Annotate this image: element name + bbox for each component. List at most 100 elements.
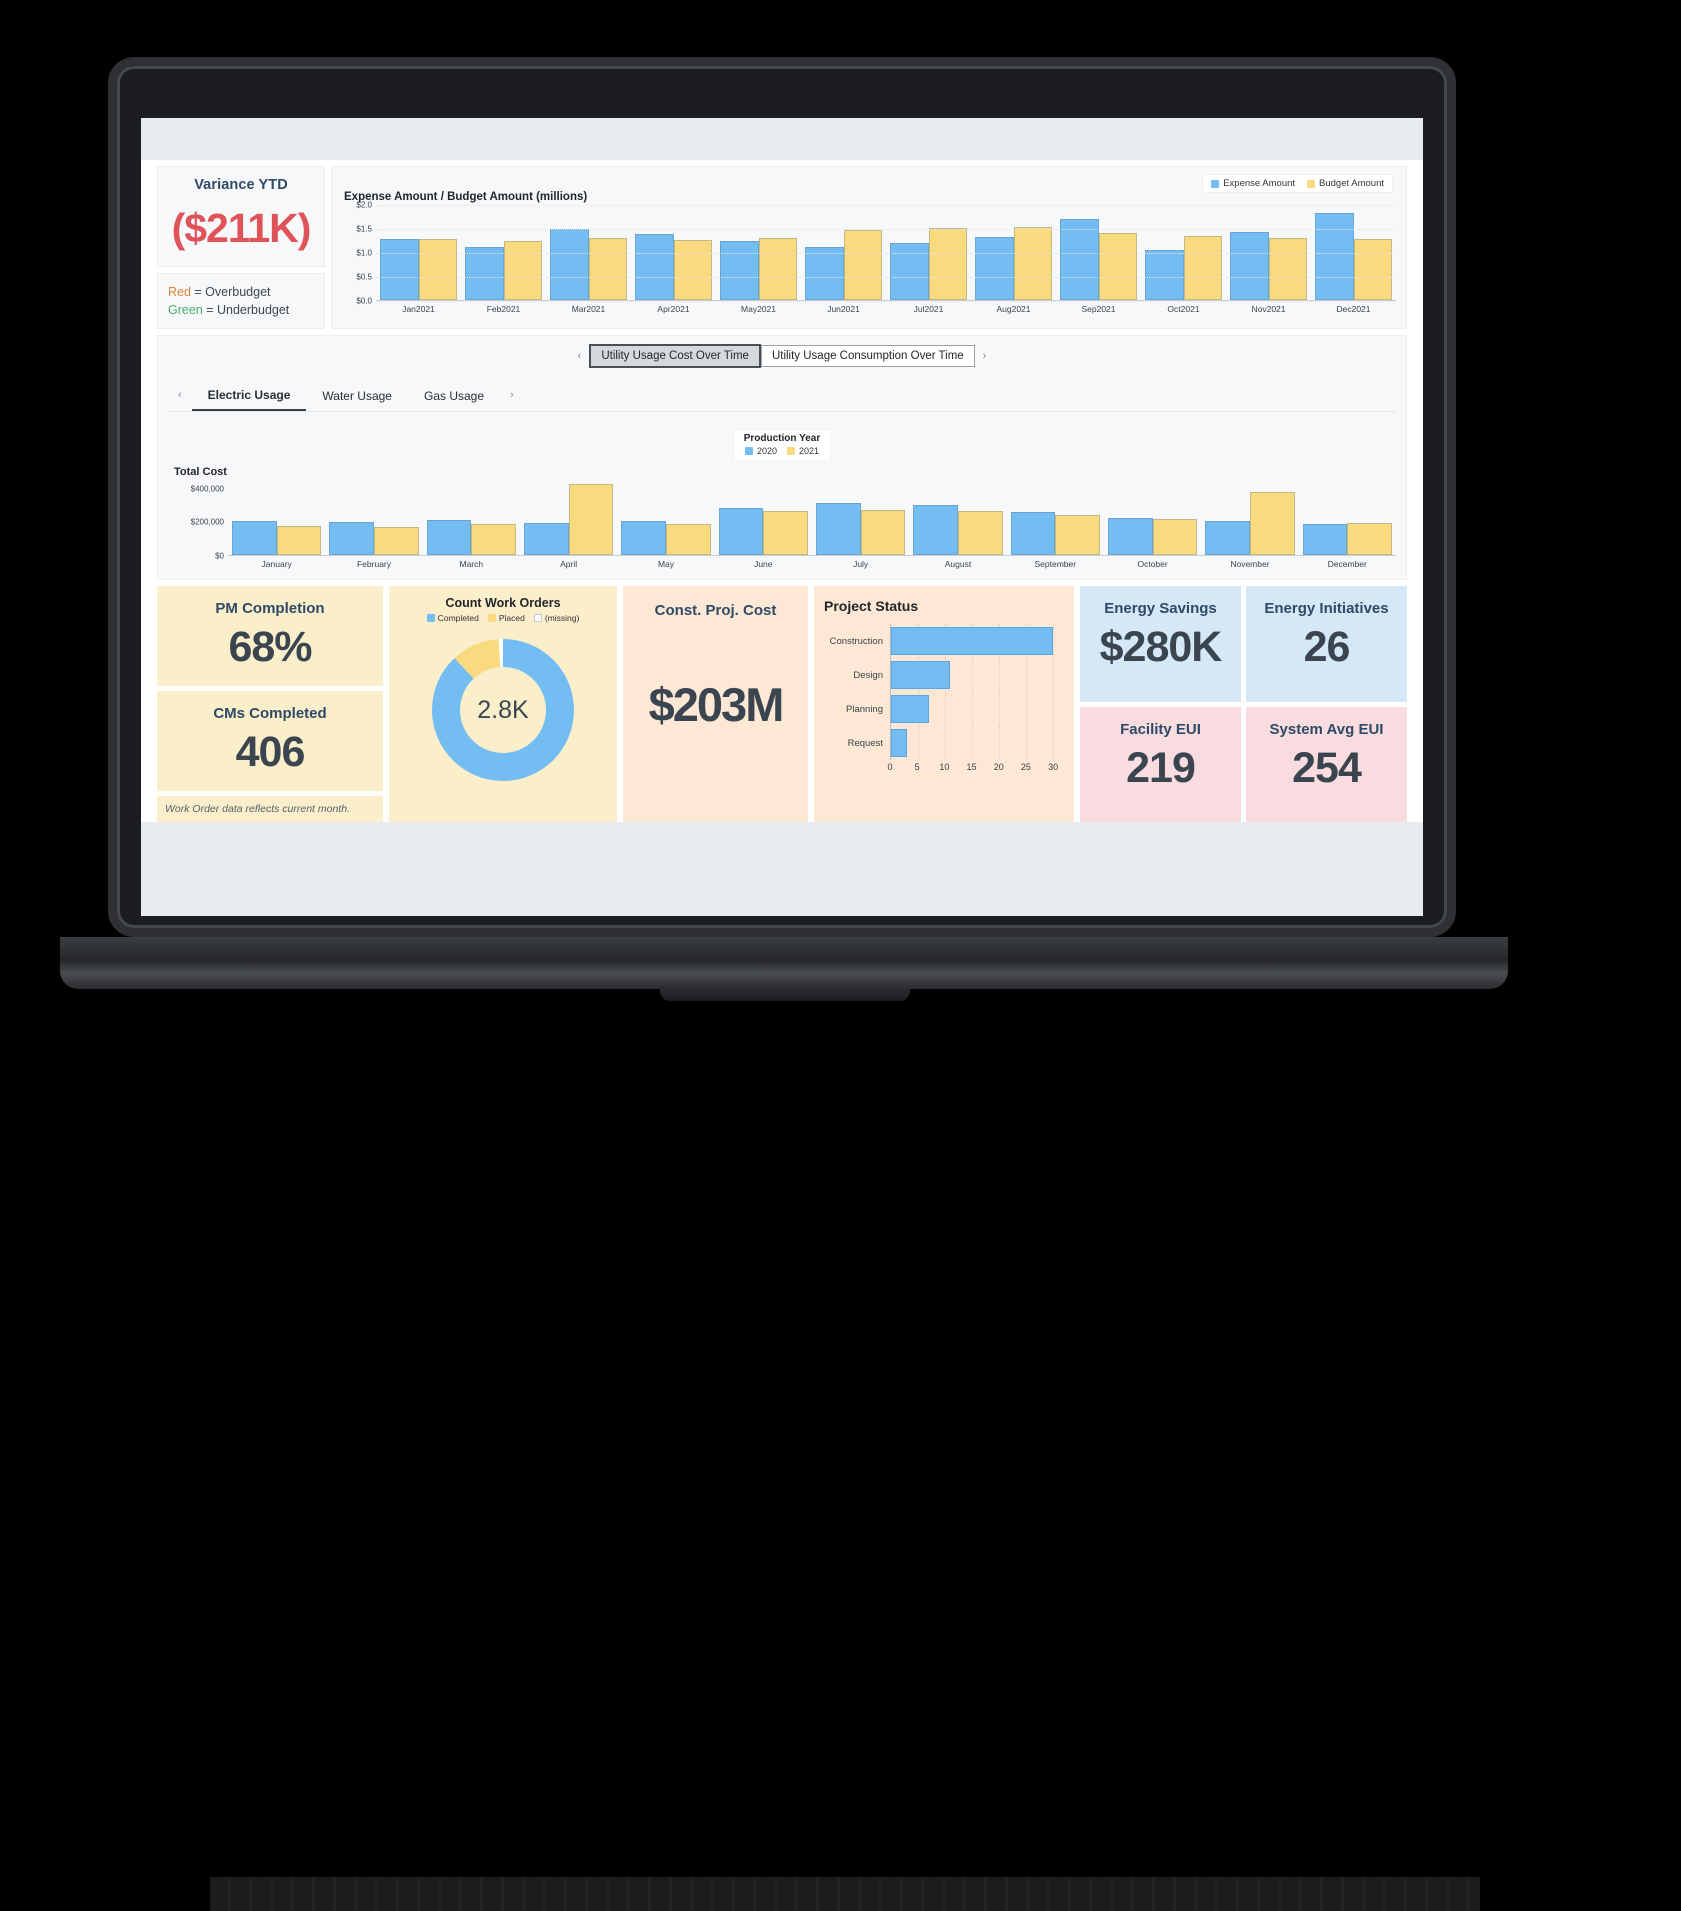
bar[interactable] [1145, 249, 1184, 300]
bar[interactable] [1055, 514, 1100, 556]
bar[interactable] [928, 228, 967, 300]
bar[interactable] [465, 246, 504, 300]
bar-group[interactable] [617, 521, 714, 556]
pm-completion-card[interactable]: PM Completion 68% [157, 586, 383, 687]
bar-group[interactable] [1141, 236, 1226, 300]
bar[interactable] [426, 519, 472, 556]
bar[interactable] [718, 507, 764, 556]
bar[interactable] [380, 238, 419, 300]
legend-budget-amount[interactable]: Budget Amount [1307, 178, 1384, 189]
bar[interactable] [720, 241, 759, 300]
bar[interactable] [276, 526, 322, 556]
bar-group[interactable] [715, 507, 812, 556]
project-status-card[interactable]: Project Status Construction Design Plannin… [814, 586, 1074, 823]
bar[interactable] [329, 521, 374, 556]
bar-group[interactable] [1311, 212, 1396, 300]
legend-year-2020[interactable]: 2020 [744, 446, 777, 456]
bar-group[interactable] [1299, 523, 1396, 556]
bar-group[interactable] [520, 484, 617, 556]
bar[interactable] [975, 237, 1014, 300]
bar[interactable] [1060, 219, 1099, 300]
legend-placed[interactable]: Placed [487, 613, 525, 623]
bar[interactable] [1315, 212, 1354, 300]
tabs-next-arrow-icon[interactable]: › [975, 350, 995, 362]
tab-utility-usage-consumption[interactable]: Utility Usage Consumption Over Time [760, 345, 975, 368]
bar[interactable] [891, 695, 929, 724]
bar[interactable] [763, 511, 808, 556]
table-row[interactable]: Construction [824, 624, 1064, 659]
legend-completed[interactable]: Completed [426, 613, 479, 623]
bar[interactable] [1152, 518, 1198, 556]
bar[interactable] [1353, 238, 1392, 300]
table-row[interactable]: Planning [824, 692, 1064, 727]
bar-group[interactable] [228, 520, 325, 556]
bar-group[interactable] [886, 228, 971, 300]
bar[interactable] [232, 520, 277, 556]
bar-group[interactable] [461, 241, 546, 300]
cms-completed-card[interactable]: CMs Completed 406 [157, 691, 383, 792]
subtab-electric-usage[interactable]: Electric Usage [191, 384, 307, 412]
tabs-prev-arrow-icon[interactable]: ‹ [570, 350, 590, 362]
bar-group[interactable] [1104, 517, 1201, 556]
subtab-gas-usage[interactable]: Gas Usage [408, 385, 500, 410]
bar[interactable] [890, 243, 929, 300]
energy-initiatives-card[interactable]: Energy Initiatives 26 [1246, 586, 1407, 702]
bar[interactable] [805, 247, 844, 300]
bar[interactable] [1230, 231, 1269, 300]
bar[interactable] [471, 523, 516, 556]
table-row[interactable]: Design [824, 658, 1064, 693]
bar-group[interactable] [1226, 231, 1311, 300]
bar[interactable] [373, 526, 419, 556]
bar-group[interactable] [376, 238, 461, 300]
bar-group[interactable] [716, 237, 801, 300]
subtabs-next-arrow-icon[interactable]: › [500, 389, 524, 407]
bar-group[interactable] [1201, 491, 1298, 556]
bar[interactable] [891, 627, 1054, 656]
bar[interactable] [1268, 237, 1307, 300]
bar[interactable] [418, 238, 457, 300]
bar[interactable] [1347, 523, 1392, 556]
bar[interactable] [1302, 524, 1348, 556]
bar[interactable] [1205, 520, 1250, 556]
bar-group[interactable] [971, 227, 1056, 300]
bar[interactable] [621, 521, 666, 556]
bar-group[interactable] [631, 233, 716, 300]
bar[interactable] [843, 230, 882, 300]
bar[interactable] [913, 505, 958, 556]
system-avg-eui-card[interactable]: System Avg EUI 254 [1246, 706, 1407, 823]
bar-group[interactable] [909, 505, 1006, 556]
tab-utility-usage-cost[interactable]: Utility Usage Cost Over Time [589, 344, 761, 369]
bar[interactable] [860, 509, 906, 556]
bar-group[interactable] [1056, 219, 1141, 300]
const-proj-cost-card[interactable]: Const. Proj. Cost $203M [623, 586, 808, 823]
legend-year-2021[interactable]: 2021 [786, 446, 819, 456]
variance-ytd-card[interactable]: Variance YTD ($211K) [157, 166, 325, 267]
bar[interactable] [957, 510, 1003, 556]
legend-expense-amount[interactable]: Expense Amount [1211, 178, 1295, 189]
bar[interactable] [1183, 236, 1222, 300]
bar[interactable] [815, 503, 861, 556]
bar-group[interactable] [1007, 511, 1104, 556]
bar[interactable] [1098, 232, 1137, 300]
bar[interactable] [673, 240, 712, 300]
bar[interactable] [758, 237, 797, 300]
legend-missing[interactable]: (missing) [533, 613, 579, 623]
subtab-water-usage[interactable]: Water Usage [306, 385, 408, 410]
bar[interactable] [891, 661, 951, 690]
table-row[interactable]: Request [824, 726, 1064, 761]
bar[interactable] [635, 233, 674, 300]
energy-savings-card[interactable]: Energy Savings $280K [1080, 586, 1241, 702]
bar[interactable] [568, 484, 614, 556]
bar[interactable] [1249, 491, 1295, 556]
bar[interactable] [503, 241, 542, 300]
bar-group[interactable] [325, 521, 422, 556]
facility-eui-card[interactable]: Facility EUI 219 [1080, 706, 1241, 823]
bar-group[interactable] [546, 229, 631, 300]
expense-budget-chart-card[interactable]: Expense Amount Budget Amount Expense Amo… [331, 166, 1407, 330]
bar-group[interactable] [423, 519, 520, 556]
bar[interactable] [588, 237, 627, 300]
count-work-orders-card[interactable]: Count Work Orders Completed Placed (miss… [389, 586, 617, 823]
bar[interactable] [1010, 511, 1056, 556]
bar[interactable] [523, 522, 569, 556]
bar-group[interactable] [812, 503, 909, 556]
